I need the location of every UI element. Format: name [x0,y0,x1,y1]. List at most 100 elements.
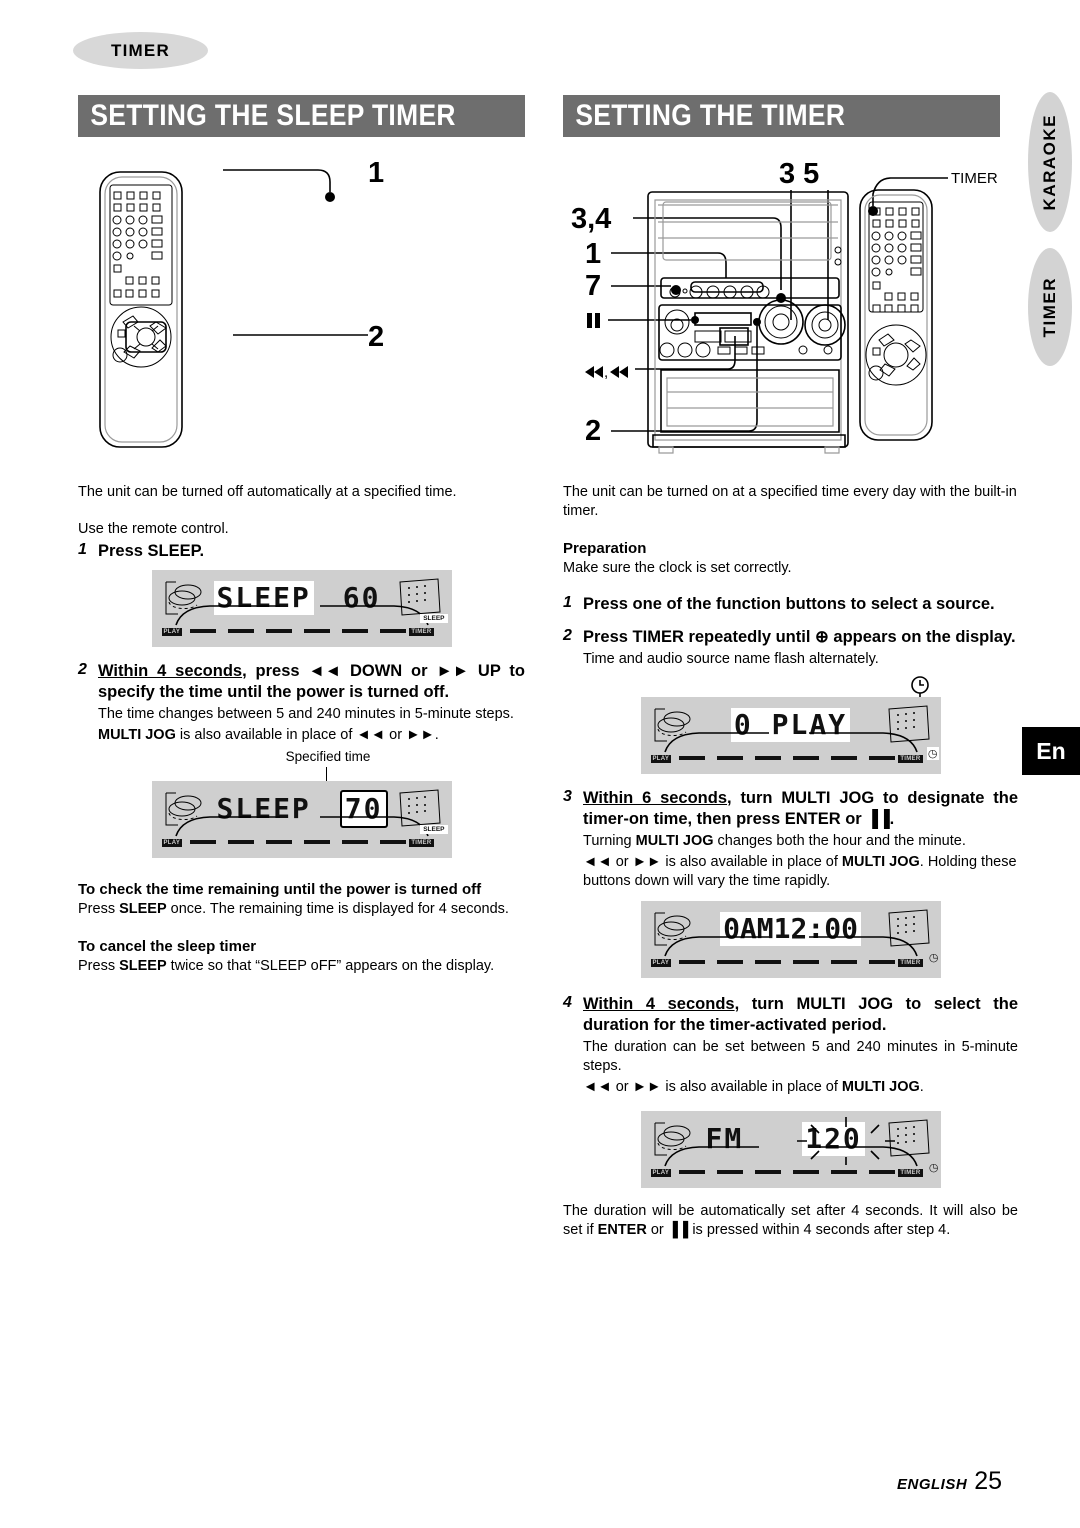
remote-control-diagram: 1 2 [99,157,384,448]
timer-step-4-sub2-b: MULTI JOG [841,1079,920,1095]
lcd-display-play: 0 PLAY PLAY TIMER ◷ [640,697,941,774]
lcd-dash-bar-2 [189,840,414,844]
sleep-intro-text: The unit can be turned off automatically… [78,484,457,500]
sleep-step-2-sub1: The time changes between 5 and 240 minut… [98,706,514,722]
rew-ff-icon: , [585,364,628,381]
timer-step-2: 2 Press TIMER repeatedly until ⊕ appears… [563,627,1018,669]
callout-2-label: 2 [368,321,384,353]
sleep-step-1-title: Press SLEEP. [98,542,205,560]
svg-text:,: , [604,364,608,381]
lcd-right-label-4: TIMER [898,959,923,967]
section-title-timer-label: SETTING THE TIMER [575,99,846,132]
lcd-display-sleep-60: SLEEP 60 PLAY TIMER SLEEP [151,570,452,647]
timer-step-3-sub2-a: ◄◄ or ►► is also available in place of [583,854,842,870]
side-tab-timer-label: TIMER [1040,276,1059,338]
sleep-step-1: 1 Press SLEEP. [78,541,525,562]
note-2-body-b: SLEEP [119,958,167,974]
section-title-sleep-timer: SETTING THE SLEEP TIMER [78,95,525,137]
timer-step-1: 1 Press one of the function buttons to s… [563,594,1018,615]
timer-step-3-sub1-a: Turning [583,833,636,849]
timer-closing-text: The duration will be automatically set a… [563,1202,1018,1240]
callout-35-label: 3 5 [779,158,819,190]
note-1-body: Press SLEEP once. The remaining time is … [78,900,525,919]
note-2-body-c: twice so that “SLEEP oFF” appears on the… [166,958,495,974]
language-tab: En [1022,727,1080,775]
pause-icon [587,313,600,328]
timer-step-3-title-underlined: Within 6 seconds [583,789,728,807]
lcd-left-label-4: PLAY [650,959,672,967]
stereo-system-diagram: 3 5 3,4 1 7 , 2 TIMER [571,158,998,454]
lcd-bottom-2: PLAY TIMER [161,827,444,849]
timer-step-3-sub1-b: MULTI JOG [635,833,714,849]
lcd-left-label-1: PLAY [161,628,183,636]
specified-time-caption-wrap: Specified time [78,749,525,789]
timer-step-4-sub2: ◄◄ or ►► is also available in place of M… [583,1078,1018,1097]
lcd-right-label-3: TIMER [898,755,923,763]
timer-step-3-sub1: Turning MULTI JOG changes both the hour … [583,832,1018,851]
callout-1r-label: 1 [585,238,601,270]
timer-step-3-sub2-b: MULTI JOG [841,854,920,870]
note-1-heading: To check the time remaining until the po… [78,881,482,898]
note-1-body-c: once. The remaining time is displayed fo… [166,901,509,917]
lcd-bottom-4: PLAY TIMER [650,947,933,969]
timer-step-4-sub2-a: ◄◄ or ►► is also available in place of [583,1079,842,1095]
timer-step-1-number: 1 [563,594,572,611]
specified-time-caption: Specified time [285,749,371,764]
lcd-dash-bar-3 [678,756,903,760]
timer-step-3: 3 Within 6 seconds, turn MULTI JOG to de… [563,788,1018,891]
lcd-right-label-2: TIMER [409,839,434,847]
timer-step-1-title: Press one of the function buttons to sel… [583,595,995,613]
right-column: 3 5 3,4 1 7 , 2 TIMER The unit can be tu… [563,150,1018,1240]
timer-step-2-number: 2 [563,627,572,644]
lcd-dash-bar-4 [678,960,903,964]
lcd-clock-badge-3: ◷ [926,747,939,760]
sleep-step-2-sub2: MULTI JOG is also available in place of … [98,726,525,745]
sleep-step-2-title-underlined: Within 4 seconds [98,662,243,680]
sleep-step-2: 2 Within 4 seconds, press ◄◄ DOWN or ►► … [78,661,525,745]
side-tab-timer: TIMER [1028,248,1072,366]
timer-step-4-title: Within 4 seconds, turn MULTI JOG to sele… [583,994,1018,1036]
lcd-dash-bar-5 [678,1170,903,1174]
lcd-right-label-5: TIMER [898,1169,923,1177]
timer-closing-c: or ▐▐ is pressed within 4 seconds after … [646,1222,951,1238]
timer-intro-text: The unit can be turned on at a specified… [563,484,1017,519]
manual-page: TIMER KARAOKE TIMER En SETTING THE SLEEP… [0,0,1080,1528]
footer: ENGLISH 25 [897,1467,1002,1496]
timer-step-3-sub1-c: changes both the hour and the minute. [713,833,966,849]
lcd-left-label-5: PLAY [650,1169,672,1177]
timer-step-3-title: Within 6 seconds, turn MULTI JOG to desi… [583,788,1018,830]
lcd-clock-badge-4: ◷ [928,952,939,964]
timer-step-2-sub: Time and audio source name flash alterna… [583,651,879,667]
callout-timer-label: TIMER [951,170,998,187]
use-remote-text: Use the remote control. [78,521,229,537]
note-1-body-a: Press [78,901,120,917]
preparation-heading: Preparation [563,540,647,557]
lcd-sleep-badge-2: SLEEP [420,825,448,834]
lcd-left-label-3: PLAY [650,755,672,763]
sleep-step-2-sub2-rest: is also available in place of ◄◄ or ►►. [175,727,439,743]
note-2-body-a: Press [78,958,120,974]
sleep-step-2-title: Within 4 seconds, press ◄◄ DOWN or ►► UP… [98,661,525,703]
timer-step-4-sub1: The duration can be set between 5 and 24… [583,1039,1018,1074]
lcd-bottom-1: PLAY TIMER [161,616,444,638]
chapter-tab-timer: TIMER [73,32,208,69]
footer-page-number: 25 [974,1467,1002,1495]
note-2-body: Press SLEEP twice so that “SLEEP oFF” ap… [78,957,525,976]
timer-closing-b: ENTER [597,1222,647,1238]
lcd-clock-badge-5: ◷ [928,1162,939,1174]
side-tab-karaoke: KARAOKE [1028,92,1072,232]
lcd-left-label-2: PLAY [161,839,183,847]
section-title-sleep-timer-label: SETTING THE SLEEP TIMER [90,99,456,132]
lcd-sleep-badge-1: SLEEP [420,614,448,623]
timer-step-4-title-underlined: Within 4 seconds [583,995,735,1013]
callout-2r-label: 2 [585,415,601,447]
side-tab-karaoke-label: KARAOKE [1040,113,1059,211]
footer-language: ENGLISH [897,1476,968,1493]
note-1-body-b: SLEEP [119,901,167,917]
lcd-display-sleep-70: SLEEP 70 PLAY TIMER SLEEP [151,781,452,858]
chapter-tab-label: TIMER [111,40,170,60]
lcd-right-label-1: TIMER [409,628,434,636]
lcd-display-am-time: 0AM12:00 PLAY TIMER ◷ [640,901,941,978]
lcd-display-fm-120: FM 120 PLAY TIMER ◷ [640,1111,941,1188]
lcd-dash-bar-1 [189,629,414,633]
